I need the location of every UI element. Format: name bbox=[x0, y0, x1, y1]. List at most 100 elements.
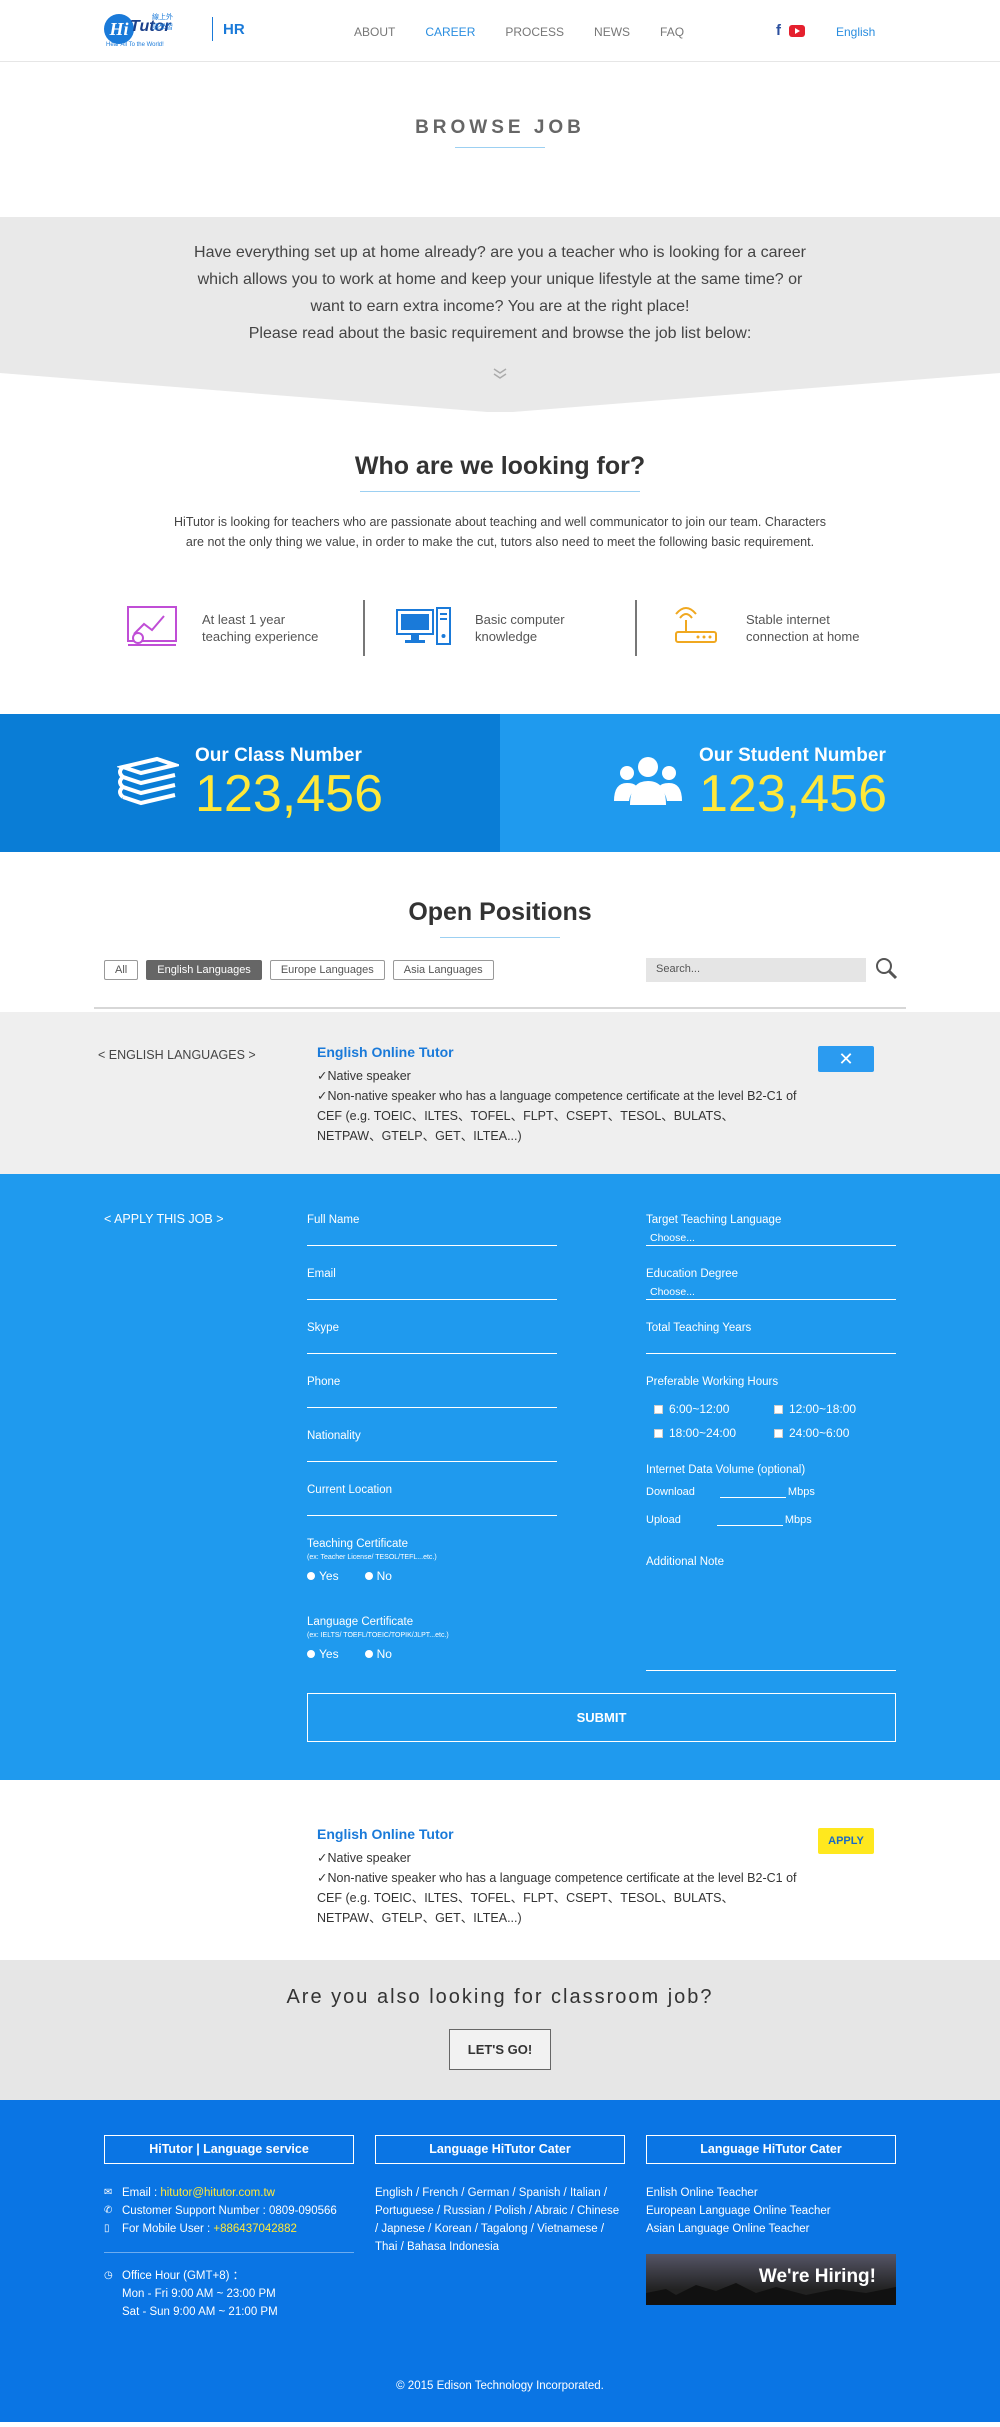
email-link[interactable]: hitutor@hitutor.com.tw bbox=[160, 2184, 275, 2202]
chevron-down-icon[interactable] bbox=[492, 367, 508, 381]
positions-title: Open Positions bbox=[408, 898, 592, 926]
intro-text: Have everything set up at home already? … bbox=[194, 244, 806, 315]
footer-contact: HiTutor | Language service ✉ Email : hitu… bbox=[104, 2135, 354, 2321]
logo-tagline: Hear All To the World! bbox=[106, 42, 164, 48]
email-label: Email : bbox=[122, 2187, 158, 2199]
nav-career[interactable]: CAREER bbox=[425, 25, 475, 39]
mobile-number[interactable]: +886437042882 bbox=[213, 2220, 296, 2238]
email-input[interactable] bbox=[307, 1280, 557, 1300]
search-icon[interactable] bbox=[874, 956, 898, 985]
footer-heading: Language HiTutor Cater bbox=[375, 2135, 625, 2164]
filter-all[interactable]: All bbox=[104, 960, 139, 980]
upload-label: Upload bbox=[646, 1514, 681, 1526]
footer-job-link[interactable]: Enlish Online Teacher bbox=[646, 2184, 896, 2202]
hour-checkbox[interactable]: 6:00~12:00 bbox=[654, 1402, 774, 1416]
full-name-input[interactable] bbox=[307, 1226, 557, 1246]
intro-banner: Have everything set up at home already? … bbox=[0, 217, 1000, 413]
apply-button[interactable]: APPLY bbox=[818, 1828, 874, 1854]
mail-icon: ✉ bbox=[104, 2187, 113, 2198]
job-requirement: ✓Non-native speaker who has a language c… bbox=[317, 1871, 797, 1925]
close-button[interactable]: ✕ bbox=[818, 1046, 874, 1072]
target-language-select[interactable]: Choose... bbox=[646, 1226, 896, 1246]
hiring-banner[interactable]: We're Hiring! bbox=[646, 2254, 896, 2305]
logo-divider bbox=[212, 17, 213, 41]
filter-europe[interactable]: Europe Languages bbox=[269, 960, 385, 980]
radio-no[interactable]: No bbox=[364, 1569, 392, 1583]
note-input[interactable] bbox=[646, 1670, 896, 1671]
field-hint: (ex: IELTS/ TOEFL/TOEIC/TOPIK/JLPT...etc… bbox=[307, 1632, 449, 1639]
radio-no[interactable]: No bbox=[364, 1647, 392, 1661]
student-number-stat: Our Student Number 123,456 bbox=[500, 714, 1000, 852]
upload-input[interactable] bbox=[716, 1512, 783, 1526]
facebook-icon[interactable]: f bbox=[776, 22, 781, 39]
note-field: Additional Note bbox=[646, 1556, 896, 1568]
nationality-input[interactable] bbox=[307, 1442, 557, 1462]
language-cert-field: Language Certificate (ex: IELTS/ TOEFL/T… bbox=[307, 1616, 557, 1661]
browse-section: BROWSE JOB bbox=[0, 62, 1000, 217]
clock-icon: ◷ bbox=[104, 2270, 113, 2281]
nationality-field: Nationality bbox=[307, 1430, 557, 1462]
internet-field: Internet Data Volume (optional) bbox=[646, 1464, 896, 1476]
radio-yes[interactable]: Yes bbox=[307, 1647, 339, 1661]
field-label: Phone bbox=[307, 1376, 341, 1388]
requirement-label: Basic computer bbox=[475, 612, 565, 627]
search-input[interactable]: Search... bbox=[646, 958, 866, 982]
nav-news[interactable]: NEWS bbox=[594, 25, 630, 39]
logo[interactable]: Hi Tutor 線上外語學習 Hear All To the World! H… bbox=[104, 12, 245, 48]
footer-jobs: Language HiTutor Cater Enlish Online Tea… bbox=[646, 2135, 896, 2305]
requirement-label: connection at home bbox=[746, 629, 860, 644]
filter-asia[interactable]: Asia Languages bbox=[392, 960, 494, 980]
mobile-label: For Mobile User : bbox=[122, 2223, 211, 2235]
location-input[interactable] bbox=[307, 1496, 557, 1516]
section-label: HR bbox=[223, 20, 245, 38]
student-number-value: 123,456 bbox=[699, 765, 887, 823]
job-category: < ENGLISH LANGUAGES > bbox=[98, 1048, 256, 1062]
teaching-years-input[interactable] bbox=[646, 1334, 896, 1354]
footer-job-link[interactable]: European Language Online Teacher bbox=[646, 2202, 896, 2220]
job-title[interactable]: English Online Tutor bbox=[317, 1044, 797, 1060]
email-field: Email bbox=[307, 1268, 557, 1300]
who-section: Who are we looking for? HiTutor is looki… bbox=[0, 412, 1000, 714]
close-icon: ✕ bbox=[838, 1049, 854, 1069]
phone-icon: ✆ bbox=[104, 2205, 113, 2216]
teaching-years-field: Total Teaching Years bbox=[646, 1322, 896, 1354]
who-title: Who are we looking for? bbox=[354, 452, 646, 480]
unit-label: Mbps bbox=[784, 1514, 812, 1526]
submit-button[interactable]: SUBMIT bbox=[307, 1693, 896, 1742]
language-switch[interactable]: English bbox=[836, 25, 875, 39]
nav-faq[interactable]: FAQ bbox=[660, 25, 684, 39]
requirement-label: knowledge bbox=[475, 629, 538, 644]
language-list: English / French / German / Spanish / It… bbox=[375, 2187, 620, 2253]
hour-checkbox[interactable]: 24:00~6:00 bbox=[774, 1426, 894, 1440]
skype-input[interactable] bbox=[307, 1334, 557, 1354]
nav-about[interactable]: ABOUT bbox=[354, 25, 395, 39]
filter-english[interactable]: English Languages bbox=[146, 960, 262, 980]
hour-checkbox[interactable]: 18:00~24:00 bbox=[654, 1426, 774, 1440]
lets-go-button[interactable]: LET'S GO! bbox=[448, 2029, 552, 2070]
field-hint: (ex: Teacher License/ TESOL/TEFL...etc.) bbox=[307, 1554, 437, 1561]
footer-job-link[interactable]: Asian Language Online Teacher bbox=[646, 2220, 896, 2238]
nav-process[interactable]: PROCESS bbox=[505, 25, 564, 39]
field-label: Full Name bbox=[307, 1214, 360, 1226]
class-number-value: 123,456 bbox=[195, 765, 383, 823]
hour-checkbox[interactable]: 12:00~18:00 bbox=[774, 1402, 894, 1416]
radio-yes[interactable]: Yes bbox=[307, 1569, 339, 1583]
open-positions: Open Positions All English Languages Eur… bbox=[0, 852, 1000, 1012]
router-icon bbox=[668, 604, 724, 653]
teaching-cert-field: Teaching Certificate (ex: Teacher Licens… bbox=[307, 1538, 557, 1583]
job-requirement: ✓Native speaker bbox=[317, 1851, 411, 1865]
field-label: Teaching Certificate bbox=[307, 1538, 408, 1550]
requirements: At least 1 year teaching experience Basic… bbox=[0, 600, 1000, 656]
download-input[interactable] bbox=[719, 1484, 786, 1498]
requirement-internet: Stable internet connection at home bbox=[637, 600, 907, 656]
certificate-icon bbox=[124, 604, 180, 653]
job-title[interactable]: English Online Tutor bbox=[317, 1826, 797, 1842]
working-hours-field: Preferable Working Hours bbox=[646, 1376, 896, 1388]
phone-field: Phone bbox=[307, 1376, 557, 1408]
phone-input[interactable] bbox=[307, 1388, 557, 1408]
youtube-icon[interactable] bbox=[789, 24, 805, 37]
title-underline bbox=[455, 147, 545, 148]
field-label: Internet Data Volume (optional) bbox=[646, 1464, 806, 1476]
users-icon bbox=[613, 753, 683, 814]
education-select[interactable]: Choose... bbox=[646, 1280, 896, 1300]
